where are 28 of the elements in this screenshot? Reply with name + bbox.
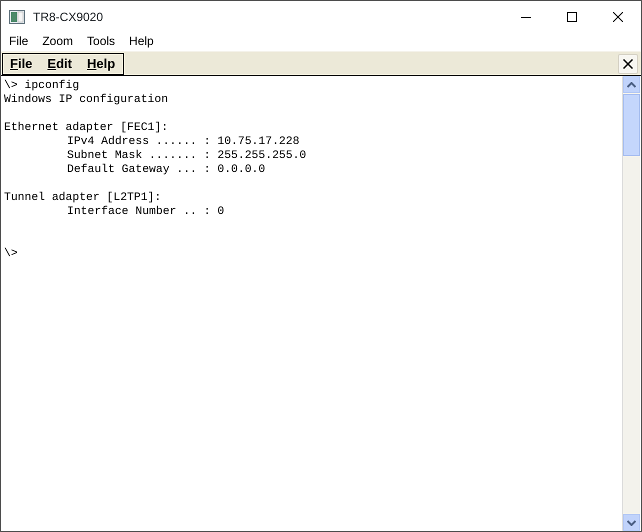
terminal-line: Subnet Mask ....... : 255.255.255.0 [66, 149, 308, 163]
terminal-line: Default Gateway ... : 0.0.0.0 [66, 163, 266, 177]
maximize-icon [567, 12, 577, 22]
terminal-line: Windows IP configuration [4, 93, 170, 107]
close-icon [623, 58, 633, 68]
scroll-down-button[interactable] [623, 514, 640, 531]
scrollbar[interactable] [622, 76, 640, 531]
terminal-line: \> ipconfig [4, 79, 80, 93]
terminal-line: Tunnel adapter [L2TP1]: [4, 191, 162, 205]
scroll-up-button[interactable] [623, 76, 640, 93]
menu-item[interactable]: Zoom [34, 32, 80, 51]
close-icon [613, 12, 623, 22]
terminal-line: Interface Number .. : 0 [66, 205, 226, 219]
menu-item[interactable]: File [1, 32, 34, 51]
menu-item[interactable]: Help [121, 32, 160, 51]
terminal-line: Ethernet adapter [FEC1]: [4, 121, 170, 135]
terminal-line: \> [4, 247, 19, 261]
window-title: TR8-CX9020 [33, 8, 104, 26]
menu-item[interactable]: Tools [79, 32, 122, 51]
menu-item[interactable]: Edit [40, 54, 80, 74]
chevron-down-icon [627, 520, 636, 526]
scroll-thumb[interactable] [623, 94, 640, 156]
menu-item[interactable]: Help [80, 54, 124, 74]
chevron-up-icon [627, 82, 636, 88]
menu-item[interactable]: File [3, 54, 40, 74]
app-icon [9, 10, 25, 24]
terminal-line: IPv4 Address ...... : 10.75.17.228 [66, 135, 300, 149]
close-button[interactable] [618, 54, 638, 74]
